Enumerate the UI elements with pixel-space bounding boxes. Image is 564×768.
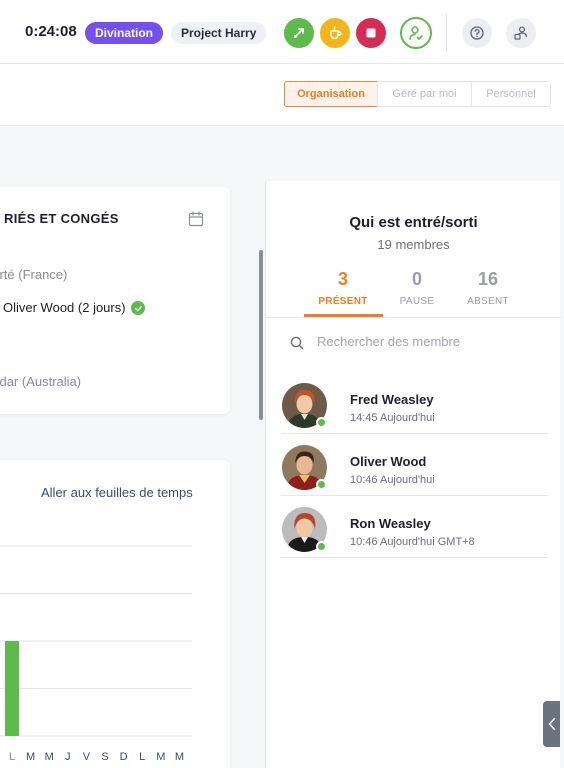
scrollbar-thumb[interactable]	[259, 250, 263, 420]
time-off-entry: Oliver Wood (2 jours)	[3, 300, 126, 315]
account-button[interactable]	[506, 18, 536, 48]
collapse-panel-button[interactable]	[543, 701, 560, 747]
top-bar: 0:24:08 Divination Project Harry	[0, 0, 564, 64]
approved-check-icon	[131, 301, 145, 315]
chart-bar[interactable]	[5, 641, 19, 736]
member-name: Ron Weasley	[350, 516, 431, 531]
divider	[446, 14, 447, 52]
holidays-card: RIÉS ET CONGÉS y porté (France) Oliver W…	[0, 187, 230, 414]
who-is-in-panel: Qui est entré/sorti 19 membres 3 PRÉSENT…	[265, 181, 561, 768]
clock-out-button[interactable]	[400, 17, 432, 49]
tab-break[interactable]: 0 PAUSE	[377, 269, 457, 307]
member-clock-in-time: 10:46 Aujourd'hui GMT+8	[350, 536, 475, 548]
online-status-dot	[316, 417, 327, 428]
tabs-divider	[266, 317, 561, 318]
stop-icon	[366, 28, 376, 38]
switch-task-button[interactable]	[284, 18, 314, 48]
member-name: Fred Weasley	[350, 392, 434, 407]
chart-tick-label: M	[45, 751, 54, 763]
member-search	[288, 334, 468, 354]
break-label: PAUSE	[399, 296, 435, 307]
tab-absent[interactable]: 16 ABSENT	[448, 269, 528, 307]
search-input[interactable]	[317, 334, 467, 349]
present-label: PRÉSENT	[318, 296, 368, 307]
help-button[interactable]	[462, 18, 492, 48]
break-button[interactable]	[320, 18, 350, 48]
holiday-calendar: endar (Australia)	[0, 374, 82, 389]
holiday-region: porté (France)	[0, 267, 68, 282]
task-chip[interactable]: Project Harry	[171, 22, 267, 44]
present-count: 3	[337, 269, 348, 289]
chart-tick-label: M	[156, 751, 165, 763]
chart-tick-label: S	[101, 751, 108, 763]
toggle-personal[interactable]: Personnel	[471, 81, 551, 107]
member-row[interactable]: Fred Weasley 14:45 Aujourd'hui	[281, 372, 548, 434]
member-name: Oliver Wood	[350, 454, 427, 469]
project-chip[interactable]: Divination	[85, 22, 164, 44]
toggle-organisation[interactable]: Organisation	[284, 81, 378, 107]
chart-tick-label: L	[139, 751, 145, 763]
view-toggle-row: Organisation Géré par moi Personnel	[0, 64, 564, 126]
chart-tick-label: M	[175, 751, 184, 763]
toggle-managed-by-me[interactable]: Géré par moi	[377, 81, 472, 107]
user-settings-icon	[514, 26, 528, 40]
member-clock-in-time: 14:45 Aujourd'hui	[350, 412, 435, 424]
member-row[interactable]: Oliver Wood 10:46 Aujourd'hui	[281, 434, 548, 496]
chart-tick-label: D	[120, 751, 128, 763]
timesheet-chart: LMMJVSDLMM	[0, 545, 192, 763]
search-icon	[290, 336, 304, 350]
member-clock-in-time: 10:46 Aujourd'hui	[350, 474, 435, 486]
chevron-left-icon	[548, 717, 555, 731]
switch-icon	[294, 28, 304, 38]
online-status-dot	[316, 541, 327, 552]
chart-tick-label: V	[83, 751, 91, 763]
member-count: 19 membres	[377, 237, 450, 252]
help-icon	[470, 26, 484, 40]
chart-tick-label: M	[26, 751, 35, 763]
member-row[interactable]: Ron Weasley 10:46 Aujourd'hui GMT+8	[281, 496, 548, 558]
timesheet-card: Aller aux feuilles de temps LMMJVSDLMM	[0, 460, 230, 768]
absent-label: ABSENT	[467, 296, 509, 307]
break-count: 0	[411, 269, 422, 289]
chart-tick-label: J	[65, 751, 71, 763]
timer-display: 0:24:08	[25, 23, 77, 40]
calendar-icon[interactable]	[188, 211, 204, 227]
absent-count: 16	[477, 269, 499, 289]
user-clock-icon	[409, 26, 423, 40]
stop-button[interactable]	[356, 18, 386, 48]
holidays-card-title: RIÉS ET CONGÉS	[4, 211, 119, 226]
online-status-dot	[316, 479, 327, 490]
tab-present[interactable]: 3 PRÉSENT	[303, 269, 383, 307]
panel-title: Qui est entré/sorti	[349, 214, 478, 231]
chart-tick-label: L	[9, 751, 15, 763]
coffee-icon	[330, 26, 342, 40]
